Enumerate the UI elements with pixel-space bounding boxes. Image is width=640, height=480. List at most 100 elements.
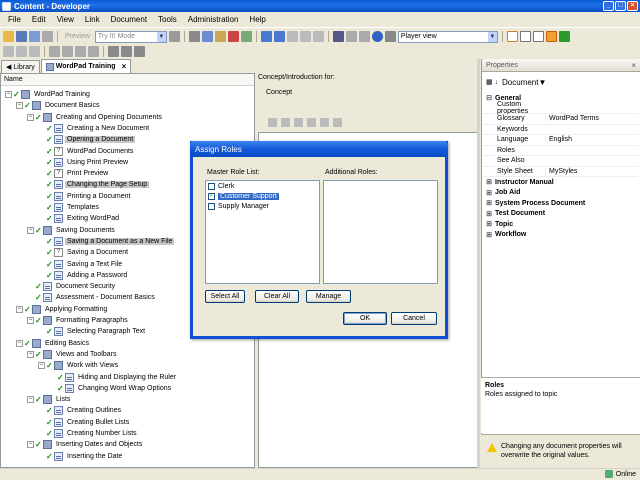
property-value[interactable]: MyStyles	[545, 167, 638, 175]
role-item[interactable]: Clerk	[206, 181, 319, 191]
new-icon[interactable]	[3, 46, 14, 57]
undo-icon[interactable]	[260, 31, 272, 42]
layout-one-icon[interactable]	[506, 31, 518, 42]
save-icon[interactable]	[16, 31, 27, 42]
tree-item[interactable]: − ✓ Views and Toolbars	[27, 349, 118, 360]
property-row[interactable]: Language English	[483, 135, 638, 146]
name-column-header[interactable]: Name	[1, 74, 254, 86]
collapse-icon[interactable]: −	[27, 113, 34, 121]
tree-item[interactable]: − ✓ WordPad Training	[5, 89, 92, 100]
tree-item[interactable]: ✓ Using Print Preview	[38, 157, 130, 168]
find-icon[interactable]	[240, 31, 252, 42]
view-icon[interactable]	[384, 31, 396, 42]
move-down-icon[interactable]	[88, 46, 99, 57]
tree-item[interactable]: ✓ Creating Outlines	[38, 405, 123, 416]
expand-icon[interactable]: ⊞	[483, 220, 495, 228]
tree-item[interactable]: ✓? Print Preview	[38, 168, 110, 179]
expand-icon[interactable]: ⊞	[483, 189, 495, 197]
copy-icon[interactable]	[201, 31, 213, 42]
tree-item[interactable]: − ✓ Document Basics	[16, 100, 101, 111]
collapse-icon[interactable]: −	[16, 305, 23, 313]
close-icon[interactable]: ×	[631, 61, 636, 70]
refresh-icon[interactable]	[558, 31, 570, 42]
section-icon[interactable]	[16, 46, 27, 57]
property-value[interactable]: WordPad Terms	[545, 115, 638, 123]
tree-item[interactable]: ✓ Adding a Password	[38, 270, 129, 281]
expand-icon[interactable]: ⊞	[483, 210, 495, 218]
additional-roles-list[interactable]	[323, 180, 438, 284]
move-right-icon[interactable]	[62, 46, 73, 57]
property-category[interactable]: ⊞ Job Aid	[483, 188, 638, 199]
tree-item[interactable]: ✓ Creating Bullet Lists	[38, 417, 131, 428]
tree-item[interactable]: ✓ Changing the Page Setup	[38, 179, 150, 190]
link-icon[interactable]	[268, 118, 277, 127]
tree-item[interactable]: ✓? Saving a Document	[38, 247, 130, 258]
tree-item[interactable]: ✓ Opening a Document	[38, 134, 136, 145]
close-tab-icon[interactable]: ×	[122, 62, 127, 71]
tree-item[interactable]: − ✓ Lists	[27, 394, 72, 405]
save-all-icon[interactable]	[29, 31, 40, 42]
tree-item[interactable]: ✓ Changing Word Wrap Options	[49, 383, 173, 394]
maximize-button[interactable]: □	[615, 1, 626, 11]
tree-item[interactable]: ✓ Inserting the Date	[38, 451, 124, 462]
collapse-icon[interactable]: −	[38, 362, 45, 370]
tree-item[interactable]: ✓ Hiding and Displaying the Ruler	[49, 372, 178, 383]
expand-icon[interactable]: ⊞	[483, 231, 495, 239]
collapse-icon[interactable]: −	[16, 102, 23, 110]
cancel-button[interactable]: Cancel	[391, 312, 437, 325]
record-icon[interactable]	[168, 31, 180, 42]
open-link-icon[interactable]	[134, 46, 145, 57]
role-item[interactable]: ✓ Customer Support	[206, 191, 319, 201]
tree-item[interactable]: ✓ Document Security	[27, 281, 117, 292]
collapse-icon[interactable]: −	[5, 91, 12, 98]
collapse-icon[interactable]: −	[27, 350, 34, 358]
tree-item[interactable]: − ✓ Editing Basics	[16, 338, 91, 349]
copy-icon[interactable]	[281, 118, 290, 127]
property-category[interactable]: ⊞ Instructor Manual	[483, 177, 638, 188]
collapse-icon[interactable]: −	[27, 441, 34, 449]
expand-icon[interactable]: ⊞	[483, 178, 495, 186]
sort-icon[interactable]: ▦ ↓	[486, 78, 498, 86]
tree-item[interactable]: ✓ Saving a Document as a New File	[38, 236, 175, 247]
menu-file[interactable]: File	[8, 15, 21, 24]
spelling-icon[interactable]	[345, 31, 357, 42]
ok-button[interactable]: OK	[343, 312, 387, 325]
expand-icon[interactable]	[299, 31, 311, 42]
settings-icon[interactable]	[320, 118, 329, 127]
property-row[interactable]: Keywords	[483, 125, 638, 135]
role-checkbox[interactable]: ✓	[208, 192, 215, 200]
view-select[interactable]: Player view ▼	[397, 30, 498, 43]
tree-item[interactable]: − ✓ Applying Formatting	[16, 304, 109, 315]
tab-wordpad-training[interactable]: WordPad Training ×	[40, 59, 132, 73]
paste-icon[interactable]	[294, 118, 303, 127]
properties-icon[interactable]	[358, 31, 370, 42]
close-button[interactable]: ×	[627, 1, 638, 11]
tree-item[interactable]: − ✓ Saving Documents	[27, 225, 117, 236]
clear-all-button[interactable]: Clear All	[255, 290, 299, 303]
delete-icon[interactable]	[333, 118, 342, 127]
preview-button[interactable]: Preview	[62, 31, 93, 43]
property-category[interactable]: ⊞ System Process Document	[483, 198, 638, 209]
tree-item[interactable]: − ✓ Work with Views	[38, 360, 120, 371]
collapse-icon[interactable]: −	[16, 339, 23, 347]
expand-icon[interactable]: ⊞	[483, 199, 495, 207]
insert-icon[interactable]	[286, 31, 298, 42]
collapse-icon[interactable]	[312, 31, 324, 42]
layout-two-icon[interactable]	[519, 31, 531, 42]
tab-library[interactable]: ◀ Library	[1, 60, 40, 73]
tree-item[interactable]: ✓ Selecting Paragraph Text	[38, 326, 147, 337]
tree-item[interactable]: ✓ Creating a New Document	[38, 123, 151, 134]
manage-button[interactable]: Manage	[306, 290, 351, 303]
menu-help[interactable]: Help	[249, 15, 265, 24]
property-row[interactable]: Roles	[483, 146, 638, 156]
property-row[interactable]: Style Sheet MyStyles	[483, 167, 638, 177]
tree-item[interactable]: ✓ Creating Number Lists	[38, 428, 139, 439]
open-icon[interactable]	[3, 31, 14, 42]
layout-three-icon[interactable]	[532, 31, 544, 42]
menu-document[interactable]: Document	[111, 15, 147, 24]
tree-item[interactable]: ✓ Assessment - Document Basics	[27, 292, 157, 303]
collapse-icon[interactable]: −	[27, 396, 34, 404]
redo-icon[interactable]	[273, 31, 285, 42]
tree-item[interactable]: − ✓ Formatting Paragraphs	[27, 315, 130, 326]
tree-item[interactable]: ✓? WordPad Documents	[38, 146, 135, 157]
